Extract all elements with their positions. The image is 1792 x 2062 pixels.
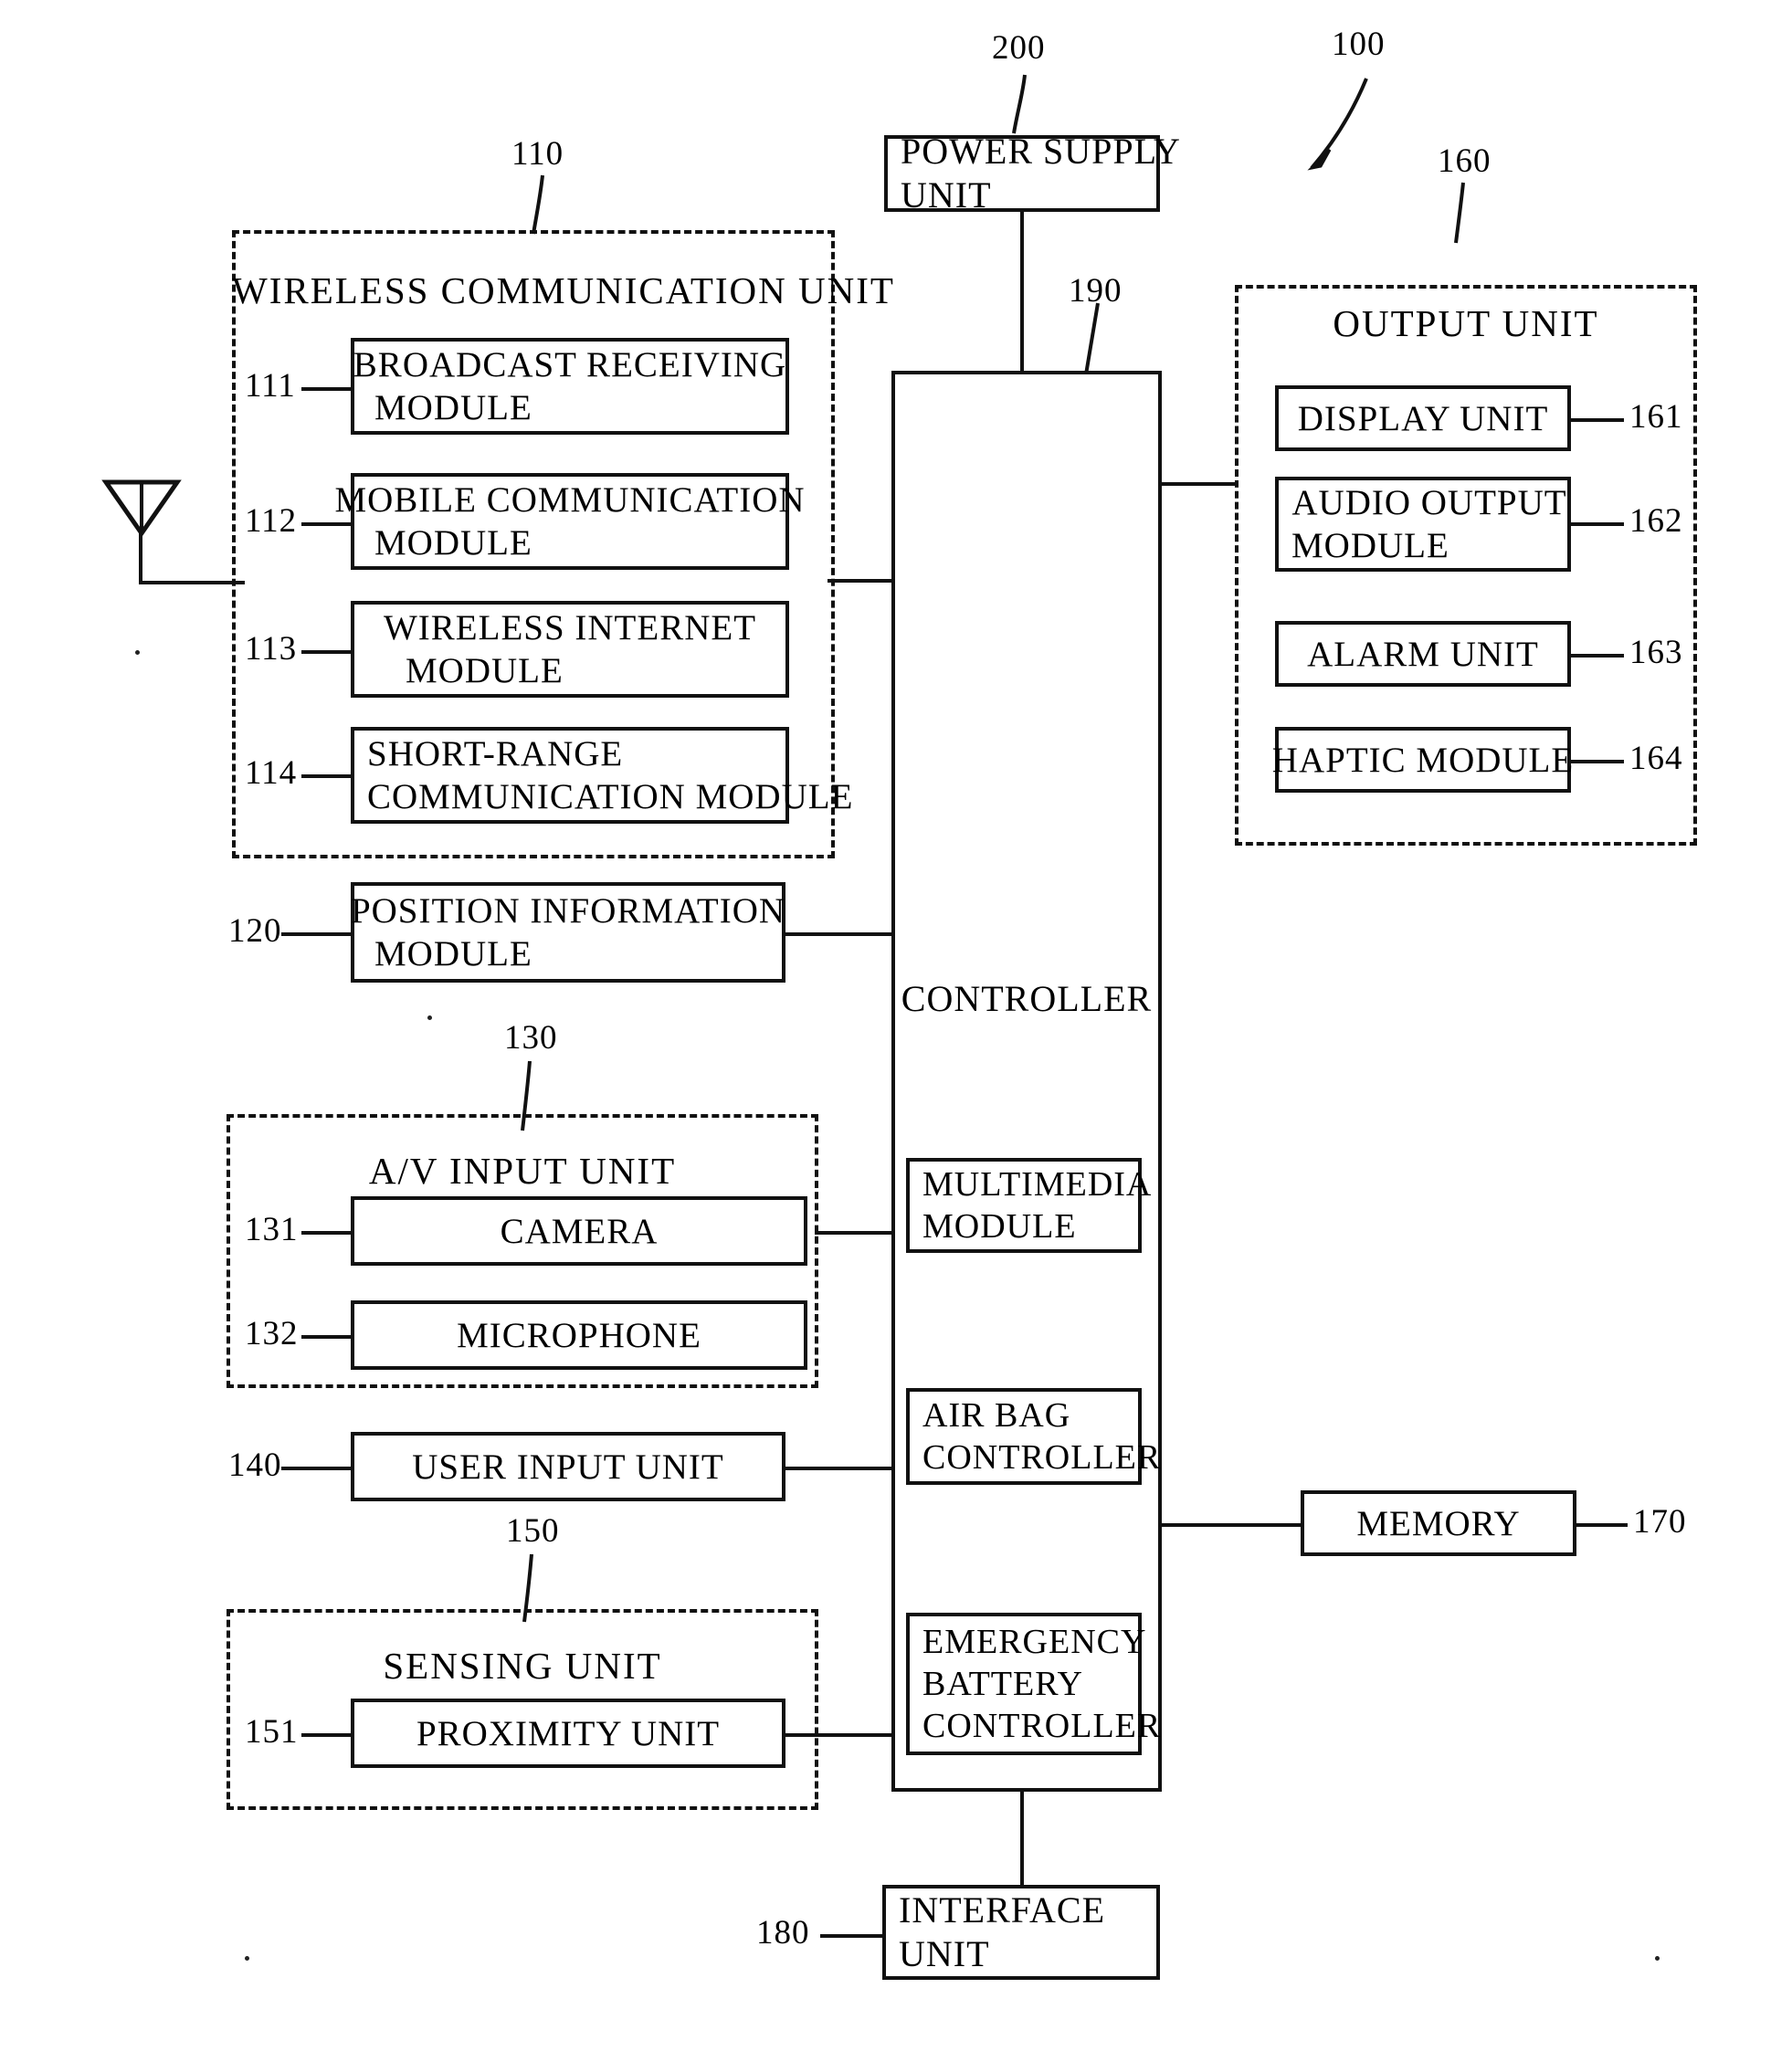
proximity-unit-label: PROXIMITY UNIT — [416, 1713, 721, 1753]
ref-130: 130 — [504, 1019, 558, 1057]
leader-170-line — [1576, 1523, 1628, 1527]
microphone-block[interactable]: MICROPHONE — [351, 1300, 807, 1370]
connector-av-to-controller — [815, 1231, 895, 1235]
interface-unit-block[interactable]: INTERFACE UNIT — [882, 1885, 1160, 1980]
leader-200 — [1012, 74, 1027, 134]
audio-output-module-label-2: MODULE — [1291, 526, 1449, 565]
alarm-unit-label: ALARM UNIT — [1307, 634, 1539, 674]
emergency-battery-controller-block[interactable]: EMERGENCY BATTERY CONTROLLER — [906, 1613, 1160, 1755]
leader-140-line — [281, 1467, 351, 1470]
wireless-internet-module-label-1: WIRELESS INTERNET — [383, 608, 757, 647]
user-input-unit-label: USER INPUT UNIT — [412, 1447, 724, 1487]
connector-power-to-controller — [1020, 210, 1024, 384]
antenna-lead-horizontal — [139, 581, 245, 584]
interface-unit-label-2: UNIT — [899, 1933, 990, 1974]
ref-110: 110 — [511, 135, 564, 173]
connector-position-to-controller — [785, 932, 895, 936]
emergency-battery-controller-label-3: CONTROLLER — [922, 1707, 1162, 1745]
patent-figure-canvas: 200 100 190 110 160 130 150 111 112 113 … — [0, 0, 1792, 2062]
emergency-battery-controller-label-2: BATTERY — [922, 1665, 1083, 1703]
scan-artifact-dot — [427, 1015, 432, 1020]
broadcast-receiving-module-label-2: MODULE — [374, 388, 532, 427]
power-supply-unit-label-1: POWER SUPPLY — [901, 131, 1181, 172]
device-pointer-arrow-icon — [1307, 78, 1368, 171]
interface-unit-label-1: INTERFACE — [899, 1889, 1106, 1930]
short-range-communication-module-label-1: SHORT-RANGE — [367, 734, 624, 773]
multimedia-module-label-1: MULTIMEDIA — [922, 1165, 1153, 1204]
ref-150: 150 — [506, 1512, 560, 1550]
sensing-unit-title: SENSING UNIT — [383, 1645, 662, 1687]
controller-label: CONTROLLER — [901, 978, 1153, 1019]
audio-output-module-label-1: AUDIO OUTPUT — [1291, 483, 1567, 522]
air-bag-controller-block[interactable]: AIR BAG CONTROLLER — [906, 1388, 1160, 1485]
leader-160 — [1454, 182, 1465, 244]
leader-180-line — [820, 1934, 884, 1938]
air-bag-controller-label-2: CONTROLLER — [922, 1438, 1162, 1477]
emergency-battery-controller-label-1: EMERGENCY — [922, 1623, 1147, 1661]
connector-controller-to-output — [1162, 482, 1237, 486]
position-information-module-block[interactable]: POSITION INFORMATION MODULE — [351, 882, 785, 983]
display-unit-label: DISPLAY UNIT — [1297, 398, 1549, 438]
ref-190: 190 — [1069, 272, 1123, 310]
wireless-internet-module-block[interactable]: WIRELESS INTERNET MODULE — [351, 601, 789, 698]
alarm-unit-block[interactable]: ALARM UNIT — [1275, 621, 1571, 687]
display-unit-block[interactable]: DISPLAY UNIT — [1275, 385, 1571, 451]
wireless-communication-unit-title: WIRELESS COMMUNICATION UNIT — [232, 269, 895, 311]
proximity-unit-block[interactable]: PROXIMITY UNIT — [351, 1699, 785, 1768]
broadcast-receiving-module-label-1: BROADCAST RECEIVING — [353, 345, 787, 384]
connector-controller-to-interface — [1020, 1788, 1024, 1887]
controller-block[interactable]: CONTROLLER — [891, 371, 1162, 1792]
microphone-label: MICROPHONE — [457, 1315, 701, 1355]
leader-120-line — [281, 932, 351, 936]
multimedia-module-label-2: MODULE — [922, 1207, 1077, 1246]
connector-userinput-to-controller — [785, 1467, 895, 1470]
ref-160: 160 — [1438, 142, 1492, 180]
leader-110 — [532, 174, 544, 235]
air-bag-controller-label-1: AIR BAG — [922, 1396, 1071, 1435]
ref-140: 140 — [228, 1447, 282, 1484]
position-information-module-label-2: MODULE — [374, 934, 532, 973]
ref-170: 170 — [1633, 1503, 1687, 1541]
short-range-communication-module-block[interactable]: SHORT-RANGE COMMUNICATION MODULE — [351, 727, 852, 824]
ref-100: 100 — [1332, 26, 1386, 63]
mobile-communication-module-label-2: MODULE — [374, 523, 532, 563]
ref-180: 180 — [756, 1914, 810, 1952]
connector-controller-to-memory — [1162, 1523, 1301, 1527]
wireless-internet-module-label-2: MODULE — [406, 651, 564, 690]
broadcast-receiving-module-block[interactable]: BROADCAST RECEIVING MODULE — [351, 338, 789, 435]
mobile-communication-module-label-1: MOBILE COMMUNICATION — [334, 480, 806, 520]
ref-200: 200 — [992, 29, 1046, 67]
power-supply-unit-label-2: UNIT — [901, 174, 992, 216]
memory-block[interactable]: MEMORY — [1301, 1490, 1576, 1556]
av-input-unit-title: A/V INPUT UNIT — [368, 1150, 677, 1192]
haptic-module-label: HAPTIC MODULE — [1271, 740, 1575, 780]
scan-artifact-dot — [245, 1956, 249, 1961]
scan-artifact-dot — [135, 650, 140, 655]
short-range-communication-module-label-2: COMMUNICATION MODULE — [367, 777, 854, 816]
user-input-unit-block[interactable]: USER INPUT UNIT — [351, 1432, 785, 1501]
camera-label: CAMERA — [500, 1211, 659, 1251]
output-unit-title: OUTPUT UNIT — [1333, 302, 1599, 344]
connector-wireless-to-controller — [827, 579, 895, 583]
memory-label: MEMORY — [1356, 1503, 1521, 1543]
haptic-module-block[interactable]: HAPTIC MODULE — [1271, 727, 1575, 793]
camera-block[interactable]: CAMERA — [351, 1196, 807, 1266]
position-information-module-label-1: POSITION INFORMATION — [350, 891, 786, 931]
multimedia-module-block[interactable]: MULTIMEDIA MODULE — [906, 1158, 1151, 1253]
scan-artifact-dot — [1655, 1956, 1660, 1961]
power-supply-unit-block[interactable]: POWER SUPPLY UNIT — [884, 131, 1180, 216]
antenna-icon — [101, 479, 182, 538]
audio-output-module-block[interactable]: AUDIO OUTPUT MODULE — [1275, 477, 1571, 572]
mobile-communication-module-block[interactable]: MOBILE COMMUNICATION MODULE — [334, 473, 805, 570]
ref-120: 120 — [228, 912, 282, 950]
